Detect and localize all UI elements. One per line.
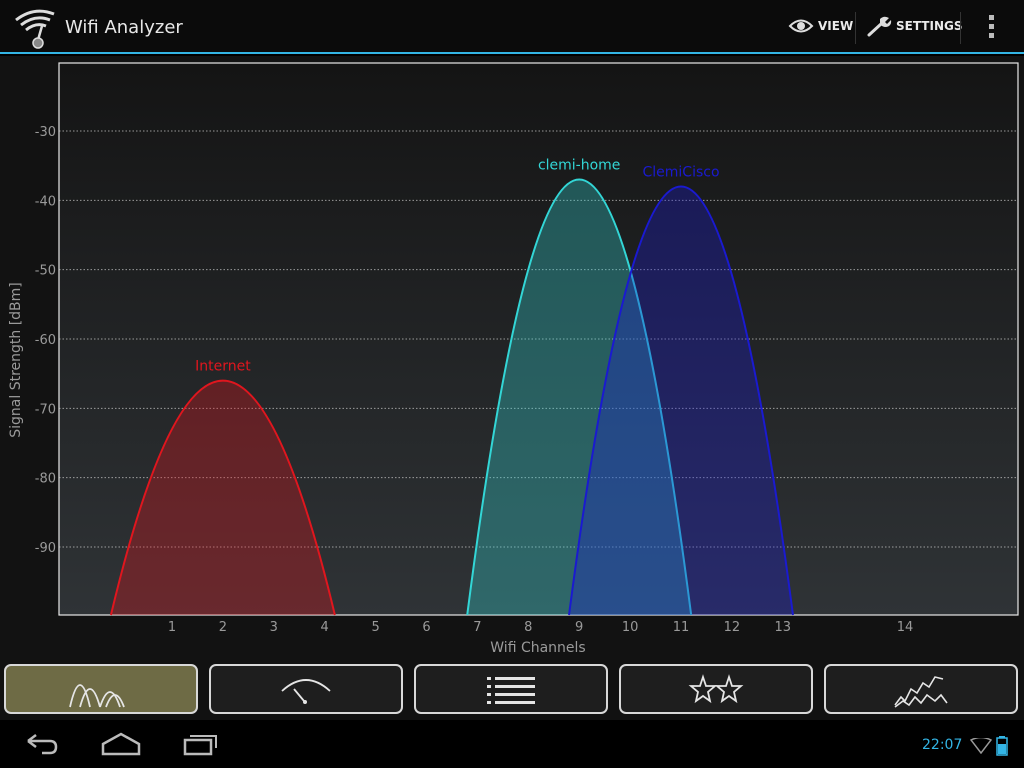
- time-graph-icon: [894, 676, 948, 708]
- channel-graph: Internet clemi-home ClemiCisco -30 -40 -50 -6…: [0, 56, 1024, 660]
- wifi-status-icon: [970, 738, 992, 754]
- x-tick-label: 13: [775, 620, 792, 635]
- signal-meter-icon: [281, 679, 331, 704]
- view-label: VIEW: [818, 19, 854, 33]
- y-tick-label: -50: [35, 264, 56, 279]
- tab-signal-meter[interactable]: [209, 664, 403, 714]
- x-tick-label: 12: [724, 620, 741, 635]
- tab-channel-graph[interactable]: [4, 664, 198, 714]
- y-tick-label: -40: [35, 194, 56, 209]
- y-tick-label: -60: [35, 333, 56, 348]
- system-navigation-bar: 22:07: [0, 720, 1024, 768]
- settings-label: SETTINGS: [896, 19, 963, 33]
- home-icon[interactable]: [100, 730, 142, 758]
- x-tick-label: 4: [321, 620, 329, 635]
- y-tick-label: -70: [35, 402, 56, 417]
- battery-icon: [996, 736, 1008, 756]
- tab-channel-rating[interactable]: [619, 664, 813, 714]
- app-title: Wifi Analyzer: [65, 17, 183, 38]
- wrench-icon: [867, 16, 892, 37]
- divider: [855, 12, 856, 44]
- overflow-menu-button[interactable]: [984, 0, 1004, 52]
- wifi-app-icon: [12, 6, 60, 50]
- divider: [960, 12, 961, 44]
- view-button[interactable]: VIEW: [788, 0, 853, 52]
- x-tick-label: 14: [897, 620, 914, 635]
- y-tick-label: -90: [35, 541, 56, 556]
- eye-icon: [788, 19, 814, 33]
- channel-rating-icon: [688, 674, 744, 704]
- network-label: ClemiCisco: [642, 164, 719, 180]
- channel-graph-icon: [69, 684, 125, 708]
- settings-button[interactable]: SETTINGS: [866, 0, 963, 52]
- back-icon[interactable]: [22, 730, 60, 758]
- x-tick-label: 7: [473, 620, 481, 635]
- x-tick-label: 5: [371, 620, 379, 635]
- recent-apps-icon[interactable]: [182, 730, 222, 758]
- y-tick-label: -80: [35, 472, 56, 487]
- tab-bar: [0, 660, 1024, 720]
- x-tick-label: 9: [575, 620, 583, 635]
- tab-ap-list[interactable]: [414, 664, 608, 714]
- ap-list-icon: [487, 677, 535, 704]
- more-vert-icon: [989, 15, 994, 38]
- y-axis-title: Signal Strength [dBm]: [8, 282, 24, 438]
- x-tick-label: 10: [622, 620, 639, 635]
- tab-time-graph[interactable]: [824, 664, 1018, 714]
- channel-chart: Internet clemi-home ClemiCisco -30 -40 -50 -6…: [8, 62, 1019, 656]
- network-label: Internet: [195, 359, 251, 375]
- x-tick-label: 3: [270, 620, 278, 635]
- x-tick-label: 11: [673, 620, 690, 635]
- x-tick-label: 8: [524, 620, 532, 635]
- x-tick-label: 1: [168, 620, 176, 635]
- x-axis-title: Wifi Channels: [490, 640, 585, 656]
- action-bar: Wifi Analyzer VIEW SETTINGS: [0, 0, 1024, 54]
- y-tick-label: -30: [35, 125, 56, 140]
- status-clock: 22:07: [922, 737, 963, 753]
- x-tick-label: 6: [422, 620, 430, 635]
- x-tick-label: 2: [219, 620, 227, 635]
- network-label: clemi-home: [538, 158, 620, 174]
